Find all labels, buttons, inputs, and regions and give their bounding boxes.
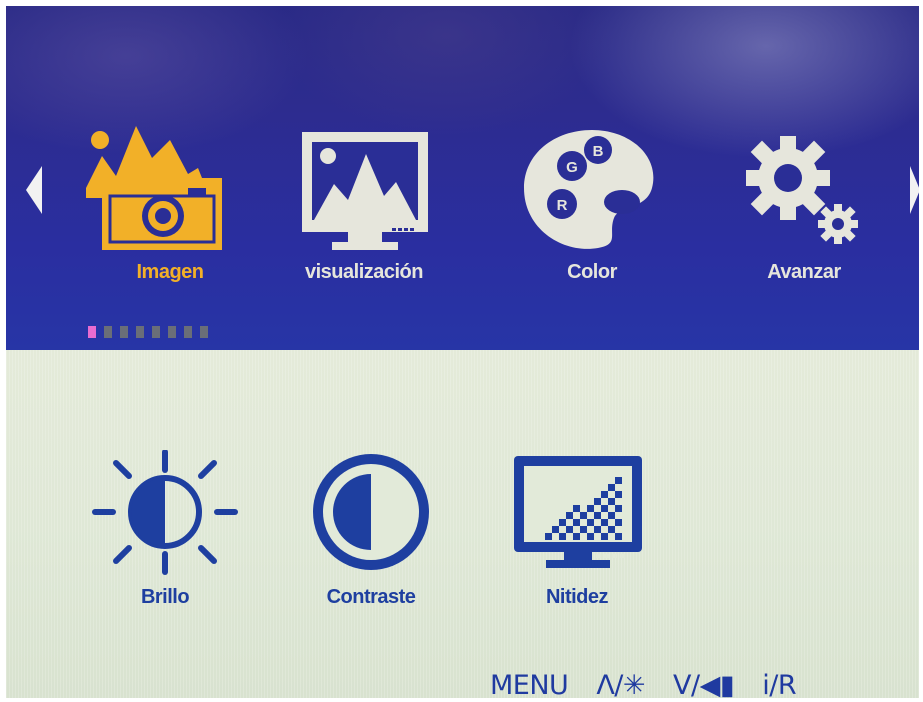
submenu-label: Brillo (140, 586, 190, 608)
tab-visualizacion[interactable]: visualización (274, 118, 454, 293)
scroll-left-arrow-icon[interactable] (26, 166, 42, 214)
tab-imagen[interactable]: Imagen (80, 118, 260, 293)
key-hint-up-brightness: Λ/✳ (596, 670, 646, 698)
svg-text:B: B (593, 143, 604, 160)
monitor-osd-screen: Imagen visualización G B R Color Avanzar… (6, 6, 919, 698)
tab-label: visualización (305, 261, 424, 283)
key-hints: MENU Λ/✳ V/◀▮ i/R (490, 670, 797, 698)
submenu-label: Nitidez (545, 586, 609, 608)
submenu-item-contraste[interactable]: Contraste (296, 450, 446, 610)
submenu-item-brillo[interactable]: Brillo (90, 450, 240, 610)
gears-icon (746, 136, 858, 244)
page-dot (120, 326, 128, 338)
tab-color[interactable]: G B R Color (502, 118, 682, 293)
display-picture-icon (302, 132, 428, 250)
page-dot (104, 326, 112, 338)
contrast-icon (313, 454, 429, 570)
key-hint-menu: MENU (490, 670, 569, 698)
page-dot (168, 326, 176, 338)
tab-label: Avanzar (767, 261, 841, 283)
scroll-right-arrow-icon[interactable] (910, 166, 919, 214)
key-hint-down-volume: V/◀▮ (673, 670, 735, 698)
page-dot-active (88, 326, 96, 338)
submenu-item-nitidez[interactable]: Nitidez (502, 450, 652, 610)
tab-label: Color (567, 261, 617, 283)
tab-avanzar[interactable]: Avanzar (714, 118, 894, 293)
sharpness-icon (514, 456, 642, 568)
page-dot (200, 326, 208, 338)
page-dot (184, 326, 192, 338)
page-dot (136, 326, 144, 338)
brightness-icon (92, 450, 238, 575)
tab-label: Imagen (136, 261, 204, 283)
svg-text:R: R (557, 197, 568, 214)
key-hint-info-reset: i/R (762, 670, 797, 698)
submenu-label: Contraste (326, 586, 416, 608)
page-indicator (88, 326, 208, 340)
page-dot (152, 326, 160, 338)
color-palette-icon: G B R (524, 130, 654, 249)
svg-text:G: G (566, 159, 578, 176)
image-camera-icon (86, 126, 222, 250)
